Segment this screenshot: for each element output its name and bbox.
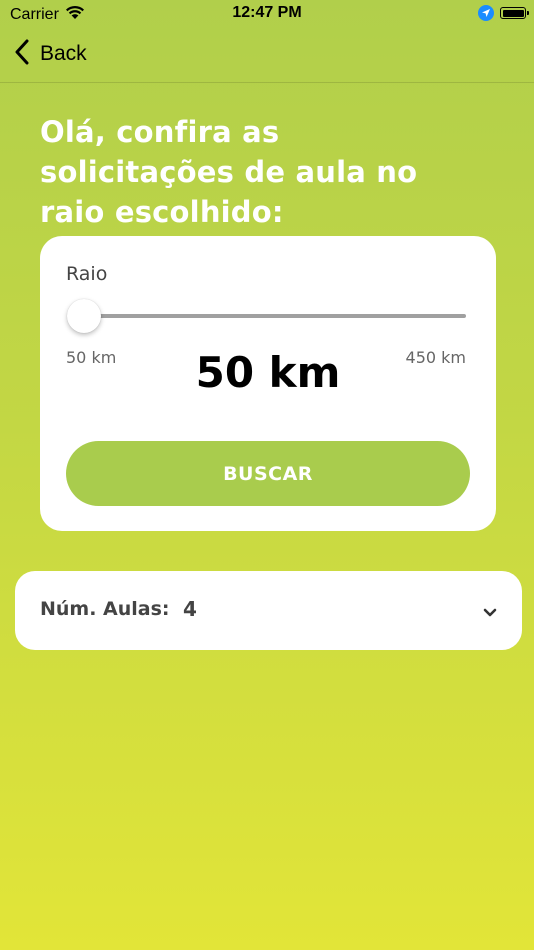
page-title: Olá, confira as solicitações de aula no … (40, 115, 418, 229)
lessons-value: 4 (183, 597, 197, 621)
radius-label: Raio (66, 263, 108, 285)
chevron-down-icon (482, 604, 498, 617)
back-button[interactable]: Back (14, 39, 87, 69)
search-button[interactable]: BUSCAR (66, 441, 470, 506)
nav-bar: Back (0, 28, 534, 83)
chevron-left-icon (14, 39, 30, 69)
status-time: 12:47 PM (232, 4, 302, 21)
lessons-dropdown[interactable]: Núm. Aulas: 4 (15, 571, 522, 650)
slider-track (76, 314, 466, 318)
status-right (478, 5, 529, 21)
location-icon (478, 5, 494, 21)
status-bar: Carrier 12:47 PM (0, 0, 534, 28)
lessons-label: Núm. Aulas: (40, 598, 170, 620)
radius-card: Raio 50 km 50 km 450 km BUSCAR (40, 236, 496, 531)
battery-icon (500, 7, 529, 19)
back-label: Back (40, 42, 87, 65)
slider-max-label: 450 km (405, 348, 466, 367)
slider-thumb[interactable] (67, 299, 101, 333)
radius-slider[interactable] (66, 298, 466, 334)
